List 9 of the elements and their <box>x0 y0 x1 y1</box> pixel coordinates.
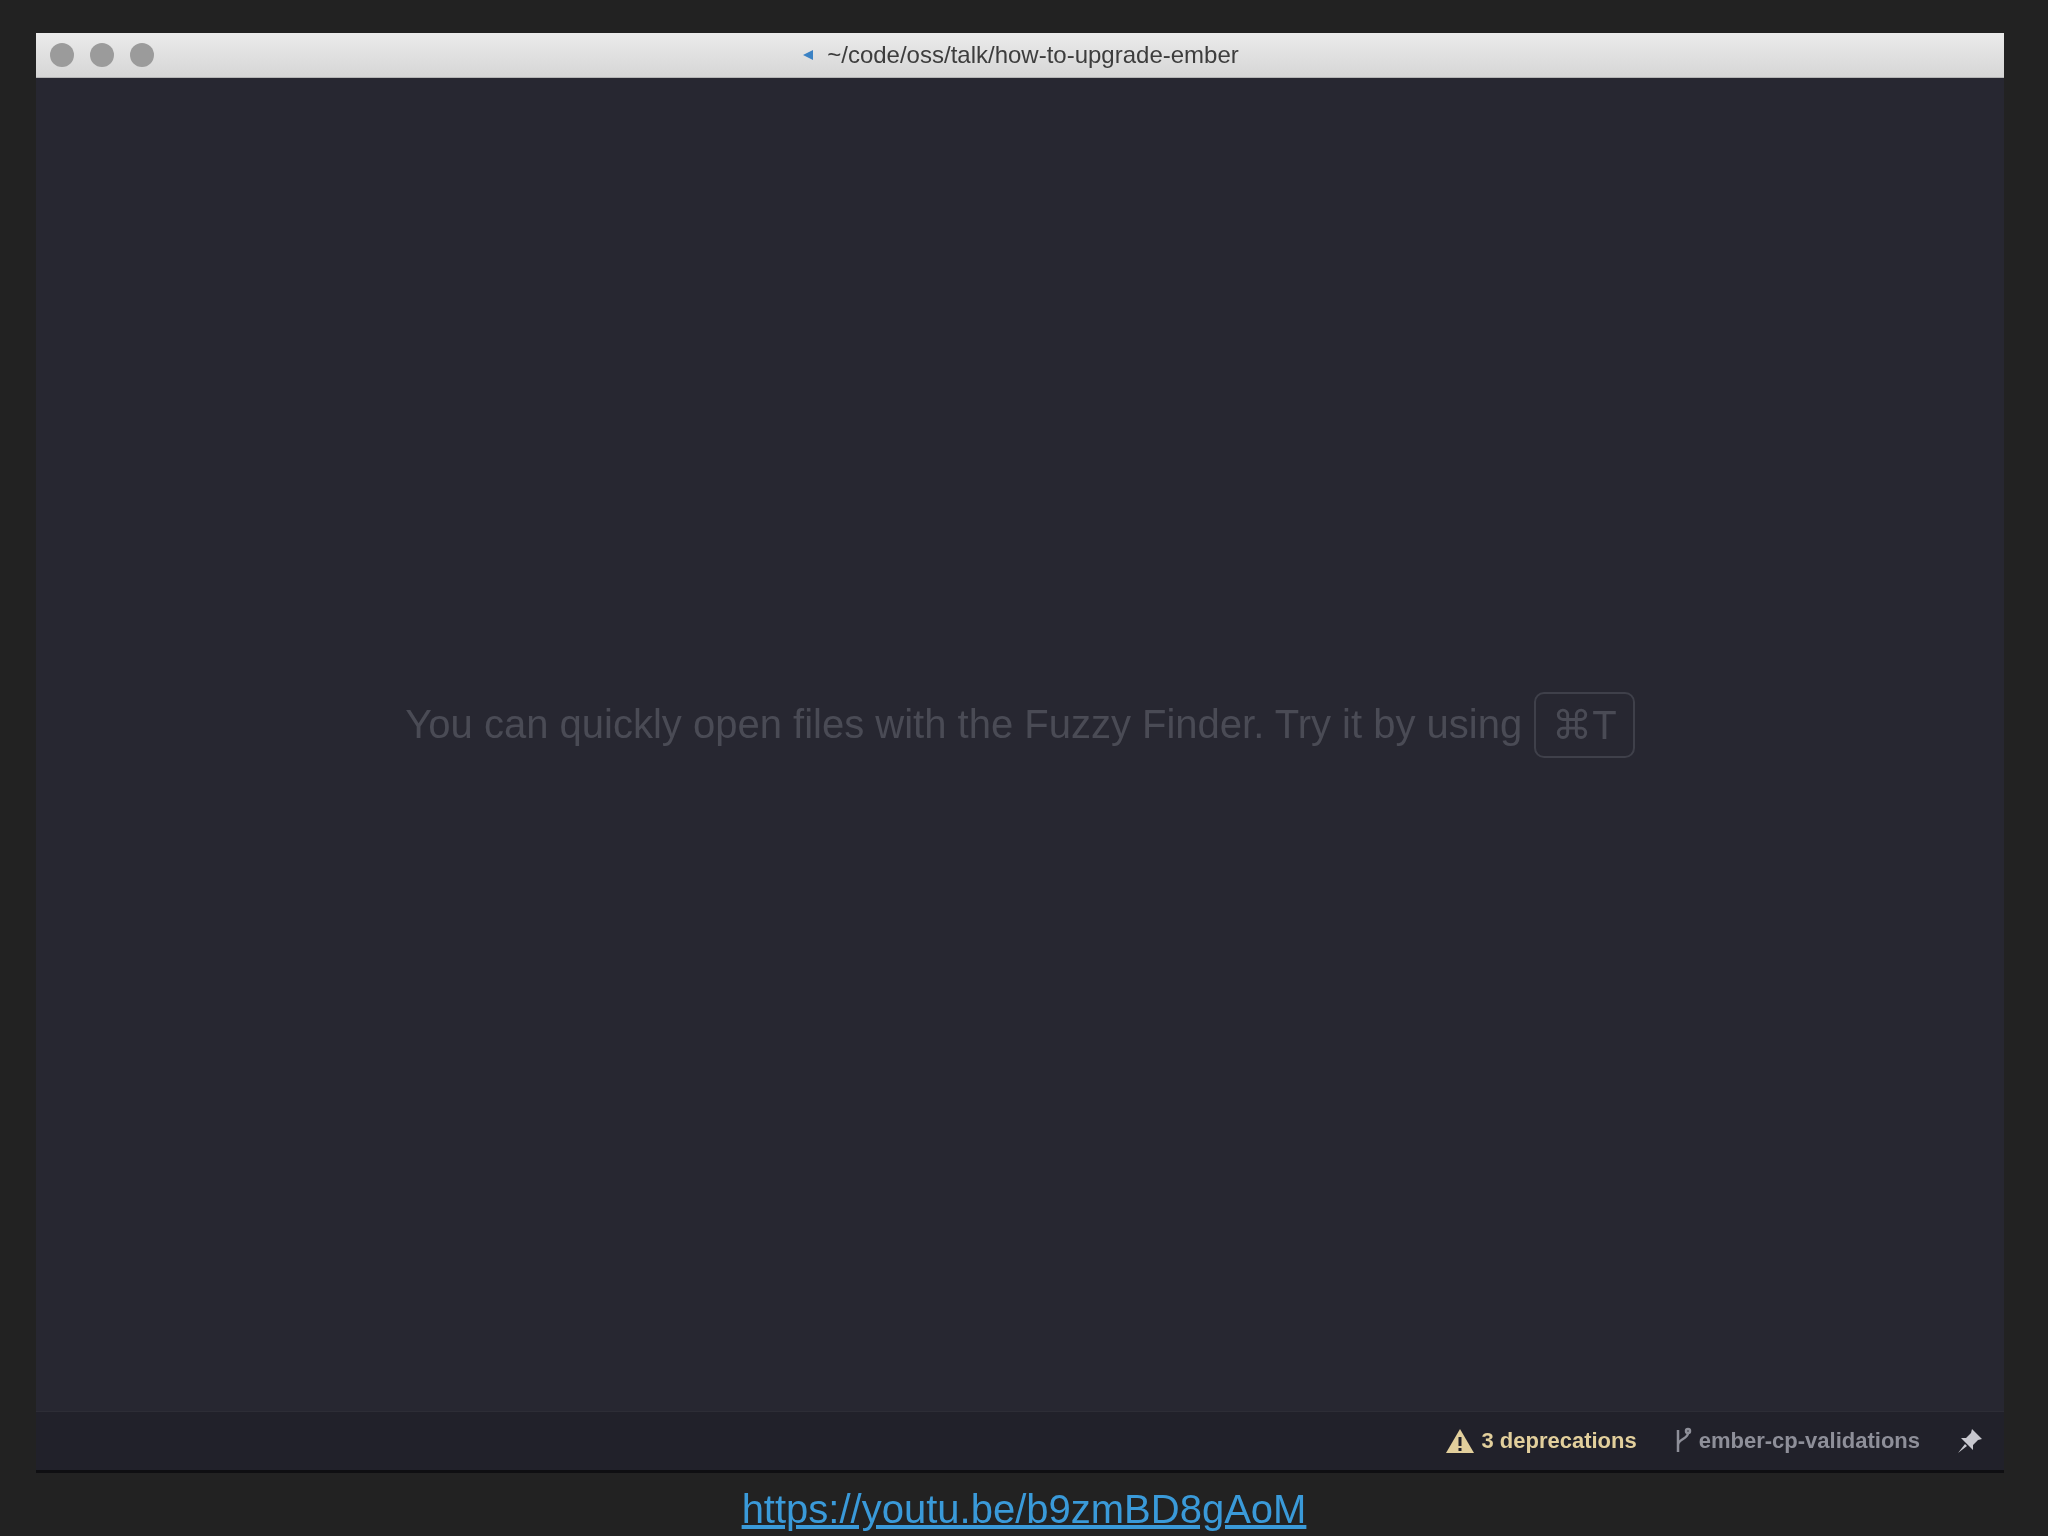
zoom-button[interactable] <box>130 43 154 67</box>
deprecations-count[interactable]: 3 deprecations <box>1481 1428 1637 1454</box>
git-branch[interactable]: ember-cp-validations <box>1698 1428 1920 1454</box>
warning-icon <box>1445 1428 1476 1454</box>
close-button[interactable] <box>50 43 74 67</box>
pin-icon[interactable] <box>1956 1427 1984 1455</box>
minimize-button[interactable] <box>90 43 114 67</box>
window-title: ~/code/oss/talk/how-to-upgrade-ember <box>827 41 1239 69</box>
video-link[interactable]: https://youtu.be/b9zmBD8gAoM <box>741 1487 1307 1532</box>
